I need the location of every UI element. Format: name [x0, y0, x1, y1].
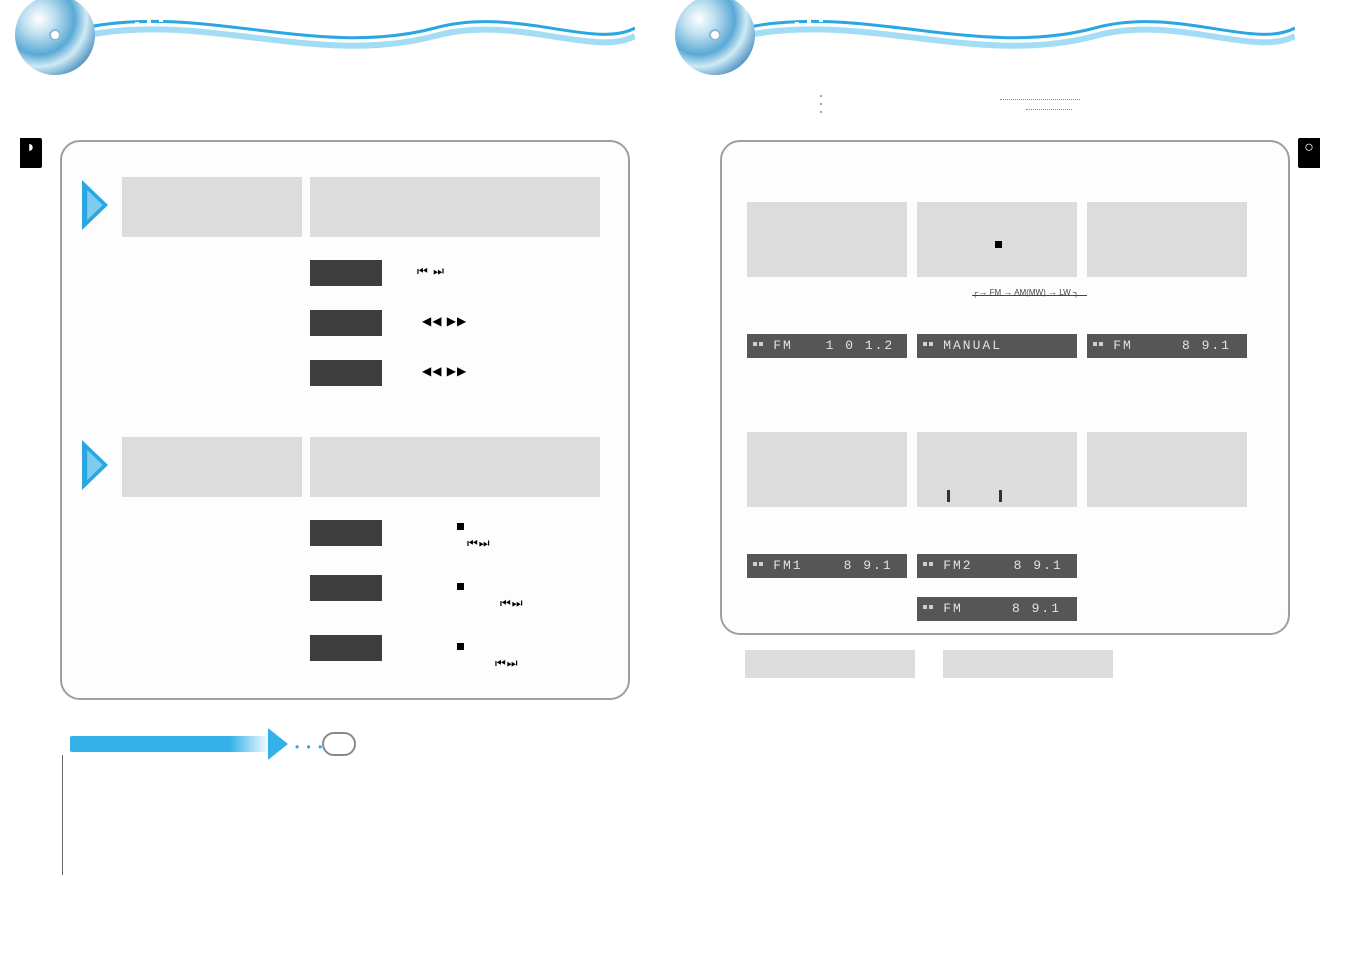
stop-icon-2 [457, 580, 464, 594]
right-panel: ┌→ FM → AM(MW) → LW ┐ FM 1 0 1.2 1 MANUA… [720, 140, 1290, 635]
r2-block-b [917, 432, 1077, 507]
s1-btn3[interactable] [310, 360, 382, 386]
side-tab-symbol: ◗ [20, 140, 42, 156]
note-callout: • • • [70, 730, 370, 780]
stop-icon [457, 520, 464, 534]
note-oval-button[interactable] [322, 732, 356, 756]
note-arrow-icon [268, 728, 288, 760]
left-side-tab: ◗ [20, 138, 42, 168]
footer-block-right [943, 650, 1113, 678]
lcd-r2-b1: FM2 8 9.1 0 [917, 554, 1077, 578]
s2-header-left [122, 437, 302, 497]
skip-icon-2: ⏮⏭ [500, 596, 524, 611]
s1-header-left [122, 177, 302, 237]
section-arrow-inner-icon-2 [87, 450, 103, 480]
side-tab-symbol-right: ○ [1298, 140, 1320, 156]
left-panel: ⏮ ⏭ ◀◀ ▶▶ ◀◀ ▶▶ ⏮⏭ ⏮⏭ ⏮⏭ [60, 140, 630, 700]
lcd-r1-a: FM 1 0 1.2 1 [747, 334, 907, 358]
film-stream-art [75, 10, 635, 65]
s2-btn1[interactable] [310, 520, 382, 546]
s1-btn2[interactable] [310, 310, 382, 336]
rew-ff-icon-2: ◀◀ ▶▶ [422, 364, 467, 378]
r1-block-b [917, 202, 1077, 277]
right-side-tab: ○ [1298, 138, 1320, 168]
r1-block-c [1087, 202, 1247, 277]
s1-header-right [310, 177, 600, 237]
header-banner [20, 0, 660, 75]
s2-btn2[interactable] [310, 575, 382, 601]
lcd-r1-c: FM 8 9.1 0 [1087, 334, 1247, 358]
disc-art-right [675, 0, 755, 75]
stop-icon-band [995, 238, 1002, 252]
lcd-r2-a: FM1 8 9.1 0 [747, 554, 907, 578]
skip-icon-3: ⏮⏭ [495, 656, 519, 671]
r1-block-a [747, 202, 907, 277]
note-bar [70, 736, 270, 752]
r2-block-c [1087, 432, 1247, 507]
band-cycle-underline [972, 295, 1087, 296]
footer-block-left [745, 650, 915, 678]
disc-art [15, 0, 95, 75]
s2-btn3[interactable] [310, 635, 382, 661]
skip-icon: ⏮⏭ [467, 536, 491, 551]
rew-ff-icon: ◀◀ ▶▶ [422, 314, 467, 328]
s2-header-right [310, 437, 600, 497]
r2-block-a [747, 432, 907, 507]
skip-prev-next-icon: ⏮ ⏭ [417, 264, 445, 279]
film-stream-art-right [735, 10, 1295, 65]
lcd-r2-b2: FM 8 9.1 0 [917, 597, 1077, 621]
header-sub-labels [790, 95, 1290, 130]
tick-bar-1 [947, 490, 950, 502]
header-banner-right [680, 0, 1320, 75]
section-arrow-inner-icon [87, 190, 103, 220]
note-dots: • • • [295, 740, 324, 754]
lcd-r1-b: MANUAL [917, 334, 1077, 358]
s1-btn1[interactable] [310, 260, 382, 286]
stop-icon-3 [457, 640, 464, 654]
tick-bar-2 [999, 490, 1002, 502]
note-connector-line [62, 755, 63, 875]
